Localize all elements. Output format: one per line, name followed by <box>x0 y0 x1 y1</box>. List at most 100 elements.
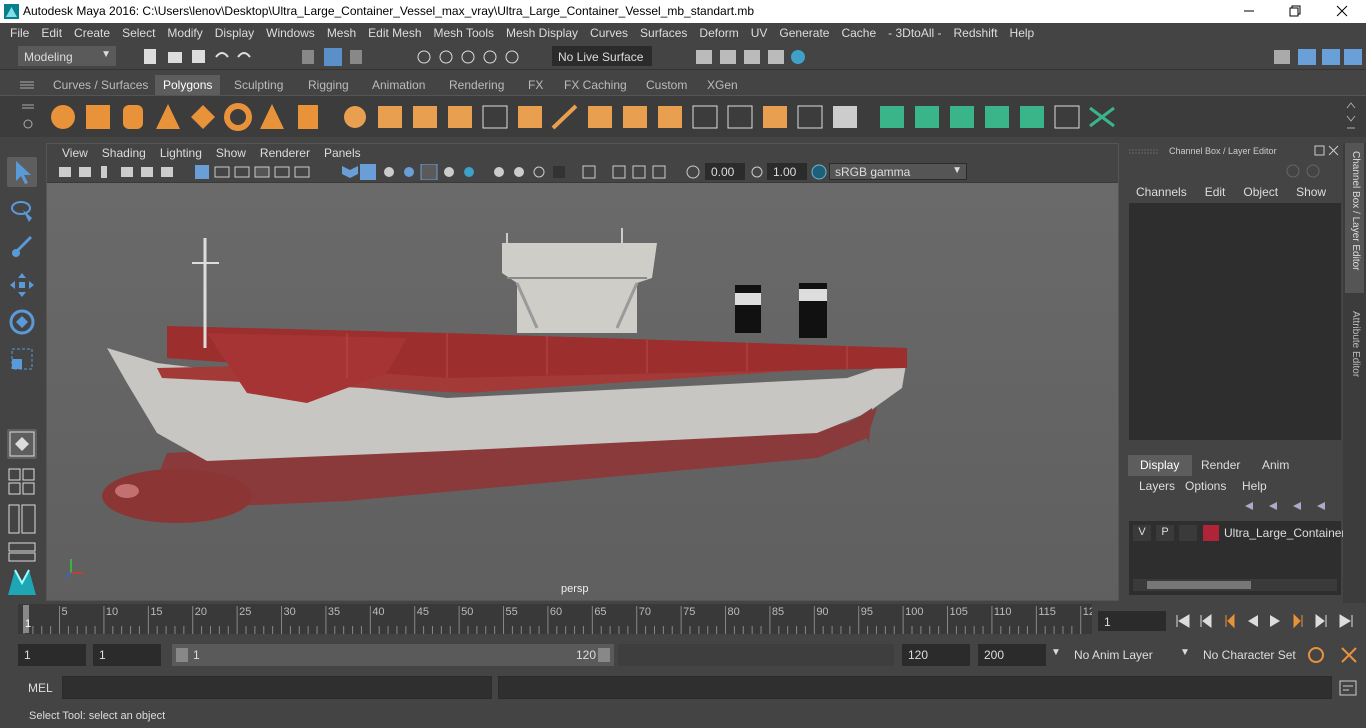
help-menu[interactable]: Help <box>1242 479 1267 493</box>
panel-grip-icon[interactable] <box>1129 149 1159 155</box>
shelf-menu-icon[interactable] <box>20 81 34 89</box>
menu-cache[interactable]: Cache <box>835 26 882 40</box>
channel-box-view-icons[interactable] <box>1285 163 1325 179</box>
menu-surfaces[interactable]: Surfaces <box>634 26 693 40</box>
viewport-menu-shading[interactable]: Shading <box>95 146 153 160</box>
gamma-field[interactable]: 1.00 <box>767 163 807 180</box>
shelf-tab-xgen[interactable]: XGen <box>699 75 746 95</box>
viewport-menu-show[interactable]: Show <box>209 146 253 160</box>
playback-end-field[interactable]: 120 <box>902 644 970 666</box>
playback-start-field[interactable]: 1 <box>93 644 161 666</box>
current-frame-field[interactable]: 1 <box>1098 611 1166 631</box>
menu-deform[interactable]: Deform <box>693 26 744 40</box>
shelf-tab-rendering[interactable]: Rendering <box>441 75 513 95</box>
channels-menu[interactable]: Channels <box>1136 185 1187 199</box>
menu-display[interactable]: Display <box>209 26 260 40</box>
shelf-tab-fx[interactable]: FX <box>520 75 552 95</box>
shelf-tab-polygons[interactable]: Polygons <box>155 75 221 95</box>
layer-scrollbar[interactable] <box>1133 579 1337 591</box>
polygon-shelf-icons[interactable] <box>48 100 1348 134</box>
menu-mesh-tools[interactable]: Mesh Tools <box>428 26 500 40</box>
menu-windows[interactable]: Windows <box>260 26 321 40</box>
four-view-layout-icon[interactable] <box>8 468 36 496</box>
shelf-tab-sculpting[interactable]: Sculpting <box>226 75 292 95</box>
render-tools[interactable] <box>690 47 820 67</box>
outliner-layout-icon[interactable] <box>8 542 36 562</box>
persp-outliner-layout-icon[interactable] <box>8 504 36 534</box>
layer-color-swatch[interactable] <box>1203 525 1219 541</box>
shelf-tab-custom[interactable]: Custom <box>638 75 696 95</box>
channel-list[interactable] <box>1129 203 1341 440</box>
menu-edit[interactable]: Edit <box>35 26 68 40</box>
move-tool-button[interactable] <box>7 270 37 300</box>
rotate-tool-button[interactable] <box>7 307 37 337</box>
tab-render[interactable]: Render <box>1201 458 1240 472</box>
tab-display[interactable]: Display <box>1128 455 1192 476</box>
time-slider[interactable]: 5 10 15 20 25 30 35 40 45 50 55 60 65 70 75 80 85 90 95 100… <box>18 604 1092 634</box>
scroll-thumb[interactable] <box>1147 581 1251 589</box>
maya-home-icon[interactable] <box>6 567 38 597</box>
menu-modify[interactable]: Modify <box>161 26 208 40</box>
menu-create[interactable]: Create <box>68 26 116 40</box>
edit-menu[interactable]: Edit <box>1205 185 1226 199</box>
anim-layer-dropdown[interactable]: No Anim Layer <box>1074 648 1153 662</box>
layer-name[interactable]: Ultra_Large_Container <box>1224 526 1345 540</box>
select-tool-button[interactable] <box>7 157 37 187</box>
anim-pref-icons[interactable] <box>1306 645 1362 665</box>
playback-controls[interactable] <box>1174 611 1364 631</box>
live-surface-field[interactable]: No Live Surface <box>552 46 652 66</box>
layer-visibility-toggle[interactable]: V <box>1133 525 1151 541</box>
menu-uv[interactable]: UV <box>745 26 774 40</box>
viewport-menu-view[interactable]: View <box>55 146 95 160</box>
menu-curves[interactable]: Curves <box>584 26 634 40</box>
range-end-handle[interactable] <box>598 648 610 662</box>
gamma-icon[interactable] <box>750 164 764 180</box>
viewport-menu-renderer[interactable]: Renderer <box>253 146 317 160</box>
menu-edit-mesh[interactable]: Edit Mesh <box>362 26 427 40</box>
layer-action-icons[interactable] <box>1243 499 1339 513</box>
layer-display-type-toggle[interactable] <box>1179 525 1197 541</box>
scale-tool-button[interactable] <box>7 344 37 374</box>
single-perspective-layout-button[interactable] <box>7 429 37 459</box>
viewport-menu-panels[interactable]: Panels <box>317 146 368 160</box>
character-set-dropdown[interactable]: No Character Set <box>1203 648 1296 662</box>
shelf-options-icon[interactable] <box>22 104 34 130</box>
shelf-scroll-icon[interactable] <box>1346 100 1356 134</box>
menu-select[interactable]: Select <box>116 26 161 40</box>
mel-label[interactable]: MEL <box>28 681 53 695</box>
object-menu[interactable]: Object <box>1243 185 1278 199</box>
chevron-down-icon[interactable]: ▼ <box>1051 647 1061 658</box>
panel-tool-icons[interactable] <box>57 164 707 180</box>
scene-start-field[interactable]: 1 <box>18 644 86 666</box>
close-icon[interactable] <box>1336 5 1348 17</box>
mel-input[interactable] <box>62 676 492 699</box>
shelf-tab-animation[interactable]: Animation <box>364 75 434 95</box>
paint-select-tool-button[interactable] <box>7 232 37 262</box>
shelf-tab-fx-caching[interactable]: FX Caching <box>556 75 635 95</box>
colorspace-dropdown[interactable]: sRGB gamma ▼ <box>829 163 967 180</box>
menu-3dtoall[interactable]: - 3DtoAll - <box>882 26 947 40</box>
menu-help[interactable]: Help <box>1004 26 1041 40</box>
panel-window-icons[interactable] <box>1314 145 1340 157</box>
menu-file[interactable]: File <box>4 26 35 40</box>
exposure-field[interactable]: 0.00 <box>705 163 745 180</box>
options-menu[interactable]: Options <box>1185 479 1226 493</box>
mode-dropdown[interactable]: Modeling ▼ <box>18 46 116 66</box>
show-menu[interactable]: Show <box>1296 185 1326 199</box>
range-start-handle[interactable] <box>176 648 188 662</box>
minimize-icon[interactable] <box>1243 5 1255 17</box>
scene-end-field[interactable]: 200 <box>978 644 1046 666</box>
color-management-icon[interactable] <box>811 164 827 180</box>
script-editor-icon[interactable] <box>1338 678 1358 698</box>
shelf-tab-curves-surfaces[interactable]: Curves / Surfaces <box>45 75 157 95</box>
menu-generate[interactable]: Generate <box>773 26 835 40</box>
side-tab-channel-box[interactable]: Channel Box / Layer Editor <box>1345 143 1364 293</box>
menu-mesh[interactable]: Mesh <box>321 26 362 40</box>
shelf-tab-rigging[interactable]: Rigging <box>300 75 357 95</box>
menu-redshift[interactable]: Redshift <box>948 26 1004 40</box>
range-slider[interactable]: 1 120 <box>172 644 614 666</box>
layers-menu[interactable]: Layers <box>1139 479 1175 493</box>
layer-playback-toggle[interactable]: P <box>1156 525 1174 541</box>
lasso-tool-button[interactable] <box>7 196 37 226</box>
chevron-down-icon[interactable]: ▼ <box>1180 647 1190 658</box>
